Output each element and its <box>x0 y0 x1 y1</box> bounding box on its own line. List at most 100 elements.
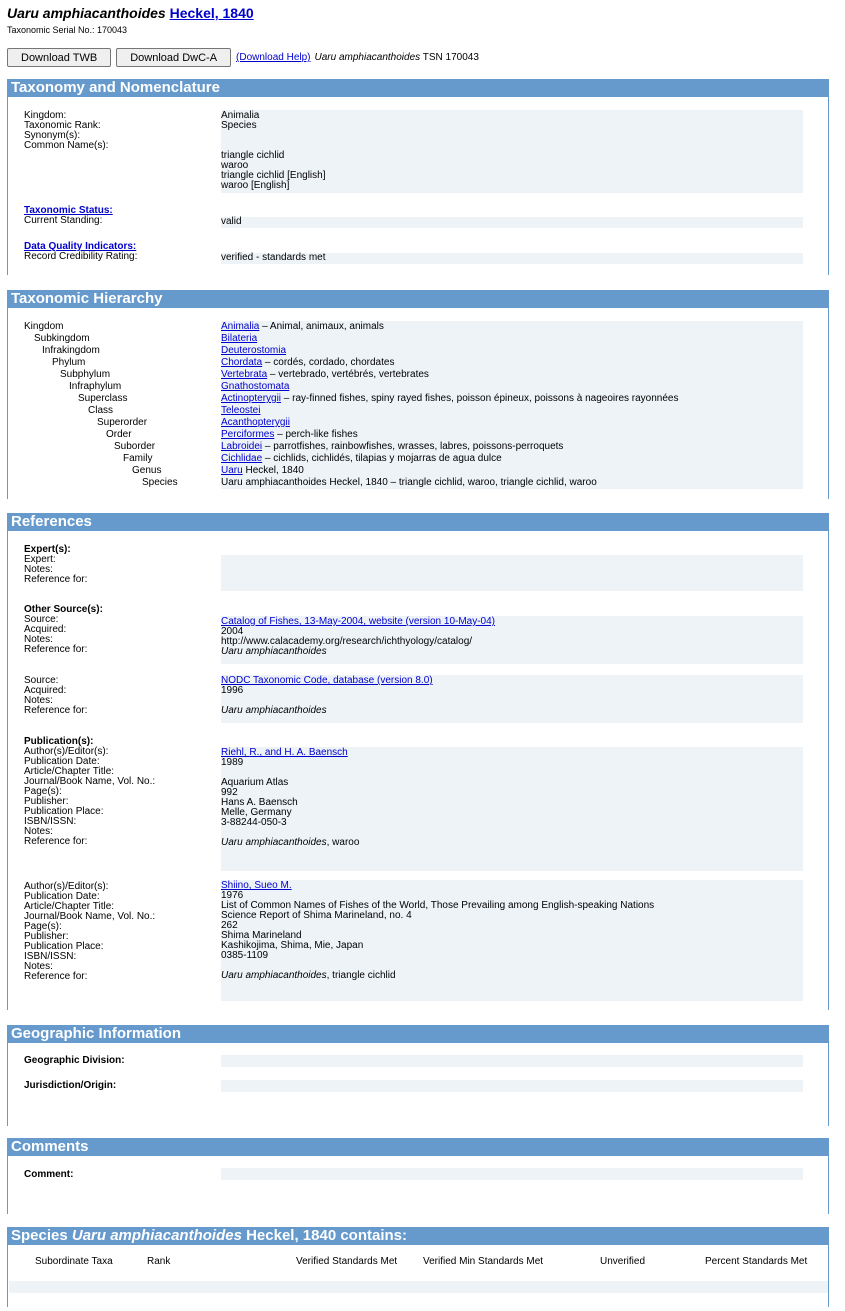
comments-header: Comments <box>8 1138 828 1156</box>
taxon-link[interactable]: Actinopterygii <box>221 393 281 404</box>
status-labels: Taxonomic Status: Current Standing: <box>24 205 113 226</box>
source1-labels: Other Source(s): Source: Acquired: Notes… <box>24 604 103 655</box>
hierarchy-rank: Subphylum <box>60 369 111 380</box>
tsn-line: Taxonomic Serial No.: 170043 <box>7 25 128 35</box>
jurisdiction-label: Jurisdiction/Origin: <box>24 1080 117 1091</box>
hierarchy-value: Teleostei <box>221 406 260 416</box>
taxon-link[interactable]: Chordata <box>221 357 262 368</box>
col-unverified: Unverified <box>600 1256 646 1267</box>
hierarchy-rank: Order <box>106 429 132 440</box>
hierarchy-value: Uaru amphiacanthoides Heckel, 1840 – tri… <box>221 478 597 488</box>
source2-values: NODC Taxonomic Code, database (version 8… <box>221 675 803 723</box>
hierarchy-value: Perciformes – perch-like fishes <box>221 430 358 440</box>
taxon-common-names: – cordés, cordado, chordates <box>262 357 395 368</box>
comment-value <box>221 1168 803 1180</box>
geo-division-label: Geographic Division: <box>24 1055 125 1066</box>
hierarchy-value: Animalia – Animal, animaux, animals <box>221 322 384 332</box>
pub2-author-link[interactable]: Shiino, Sueo M. <box>221 881 803 891</box>
taxon-common-names: – ray-finned fishes, spiny rayed fishes,… <box>281 393 679 404</box>
taxonomy-values: Animalia Species triangle cichlid waroo … <box>221 110 803 193</box>
hierarchy-rank: Suborder <box>114 441 156 452</box>
common-name: triangle cichlid <box>221 150 285 161</box>
hierarchy-section: Taxonomic Hierarchy Kingdom Animalia – An… <box>7 290 829 499</box>
contains-section: Species Uaru amphiacanthoides Heckel, 18… <box>7 1227 829 1307</box>
taxon-link[interactable]: Perciformes <box>221 429 274 440</box>
col-verified-min-standards: Verified Min Standards Met <box>423 1256 544 1267</box>
hierarchy-value: Gnathostomata <box>221 382 289 392</box>
taxonomy-labels: Kingdom: Taxonomic Rank: Synonym(s): Com… <box>24 110 109 151</box>
download-help-link[interactable]: (Download Help) <box>236 52 310 63</box>
taxon-link[interactable]: Deuterostomia <box>221 345 286 356</box>
hierarchy-rank: Family <box>123 453 153 464</box>
taxonomy-section: Taxonomy and Nomenclature Kingdom: Taxon… <box>7 79 829 275</box>
hierarchy-value: Actinopterygii – ray-finned fishes, spin… <box>221 394 679 404</box>
hierarchy-value: Bilateria <box>221 334 257 344</box>
hierarchy-rank: Infraphylum <box>69 381 122 392</box>
common-name: triangle cichlid [English] <box>221 170 326 181</box>
pub2-values: Shiino, Sueo M. 1976 List of Common Name… <box>221 880 803 1001</box>
hierarchy-value: Cichlidae – cichlids, cichlidés, tilapia… <box>221 454 502 464</box>
hierarchy-rank: Infrakingdom <box>42 345 100 356</box>
pub2-labels: Author(s)/Editor(s): Publication Date: A… <box>24 881 156 982</box>
hierarchy-rank: Subkingdom <box>34 333 90 344</box>
geo-division-value <box>221 1055 803 1067</box>
taxon-common-names: – vertebrado, vertébrés, vertebrates <box>267 369 429 380</box>
source1-values: Catalog of Fishes, 13-May-2004, website … <box>221 616 803 664</box>
pub1-values: Riehl, R., and H. A. Baensch 1989 Aquari… <box>221 747 803 871</box>
taxon-link[interactable]: Acanthopterygii <box>221 417 290 428</box>
hierarchy-value: Acanthopterygii <box>221 418 290 428</box>
hierarchy-rank: Phylum <box>52 357 86 368</box>
hierarchy-value: Labroidei – parrotfishes, rainbowfishes,… <box>221 442 563 452</box>
taxon-link[interactable]: Vertebrata <box>221 369 267 380</box>
source2-link[interactable]: NODC Taxonomic Code, database (version 8… <box>221 676 803 686</box>
hierarchy-value: Chordata – cordés, cordado, chordates <box>221 358 394 368</box>
kingdom-value: Animalia <box>221 110 260 121</box>
download-twb-button[interactable]: Download TWB <box>7 48 112 67</box>
taxon-link[interactable]: Cichlidae <box>221 453 262 464</box>
taxon-link[interactable]: Bilateria <box>221 333 257 344</box>
download-dwca-button[interactable]: Download DwC-A <box>116 48 232 67</box>
pub1-author-link[interactable]: Riehl, R., and H. A. Baensch <box>221 748 803 758</box>
hierarchy-rank: Superorder <box>97 417 148 428</box>
taxon-link[interactable]: Labroidei <box>221 441 262 452</box>
taxonomy-header: Taxonomy and Nomenclature <box>8 79 828 97</box>
references-header: References <box>8 513 828 531</box>
pub1-labels: Publication(s): Author(s)/Editor(s): Pub… <box>24 736 156 847</box>
dqi-labels: Data Quality Indicators: Record Credibil… <box>24 241 138 262</box>
expert-labels: Expert(s): Expert: Notes: Reference for: <box>24 544 88 585</box>
taxon-common-names: – perch-like fishes <box>274 429 358 440</box>
col-subordinate-taxa: Subordinate Taxa <box>35 1256 113 1267</box>
expert-values <box>221 555 803 591</box>
taxon-link[interactable]: Gnathostomata <box>221 381 289 392</box>
hierarchy-rank: Genus <box>132 465 162 476</box>
geographic-section: Geographic Information Geographic Divisi… <box>7 1025 829 1126</box>
contains-header: Species Uaru amphiacanthoides Heckel, 18… <box>8 1227 828 1245</box>
taxon-link[interactable]: Animalia <box>221 321 259 332</box>
taxon-link[interactable]: Teleostei <box>221 405 260 416</box>
author-link[interactable]: Heckel, 1840 <box>170 5 254 21</box>
jurisdiction-value <box>221 1080 803 1092</box>
hierarchy-rank: Kingdom <box>24 321 64 332</box>
common-name: waroo [English] <box>221 180 290 191</box>
references-section: References Expert(s): Expert: Notes: Ref… <box>7 513 829 1010</box>
taxon-link[interactable]: Uaru <box>221 465 243 476</box>
source2-labels: Source: Acquired: Notes: Reference for: <box>24 675 88 716</box>
taxon-common-names: Uaru amphiacanthoides Heckel, 1840 – tri… <box>221 477 597 488</box>
hierarchy-value: Vertebrata – vertebrado, vertébrés, vert… <box>221 370 429 380</box>
col-percent-standards: Percent Standards Met <box>705 1256 808 1267</box>
taxon-common-names: – Animal, animaux, animals <box>259 321 384 332</box>
comments-section: Comments Comment: <box>7 1138 829 1214</box>
source1-link[interactable]: Catalog of Fishes, 13-May-2004, website … <box>221 617 803 627</box>
taxon-common-names: Heckel, 1840 <box>242 465 304 476</box>
hierarchy-rank: Species <box>142 477 178 488</box>
col-verified-standards: Verified Standards Met <box>296 1256 398 1267</box>
hierarchy-header: Taxonomic Hierarchy <box>8 290 828 308</box>
download-bar: Download TWB Download DwC-A (Download He… <box>7 48 479 67</box>
hierarchy-rank: Superclass <box>78 393 128 404</box>
col-rank: Rank <box>147 1256 171 1267</box>
comment-label: Comment: <box>24 1169 74 1180</box>
taxon-common-names: – parrotfishes, rainbowfishes, wrasses, … <box>262 441 564 452</box>
hierarchy-rank: Class <box>88 405 114 416</box>
hierarchy-value: Uaru Heckel, 1840 <box>221 466 304 476</box>
species-name: Uaru amphiacanthoides <box>7 5 166 21</box>
